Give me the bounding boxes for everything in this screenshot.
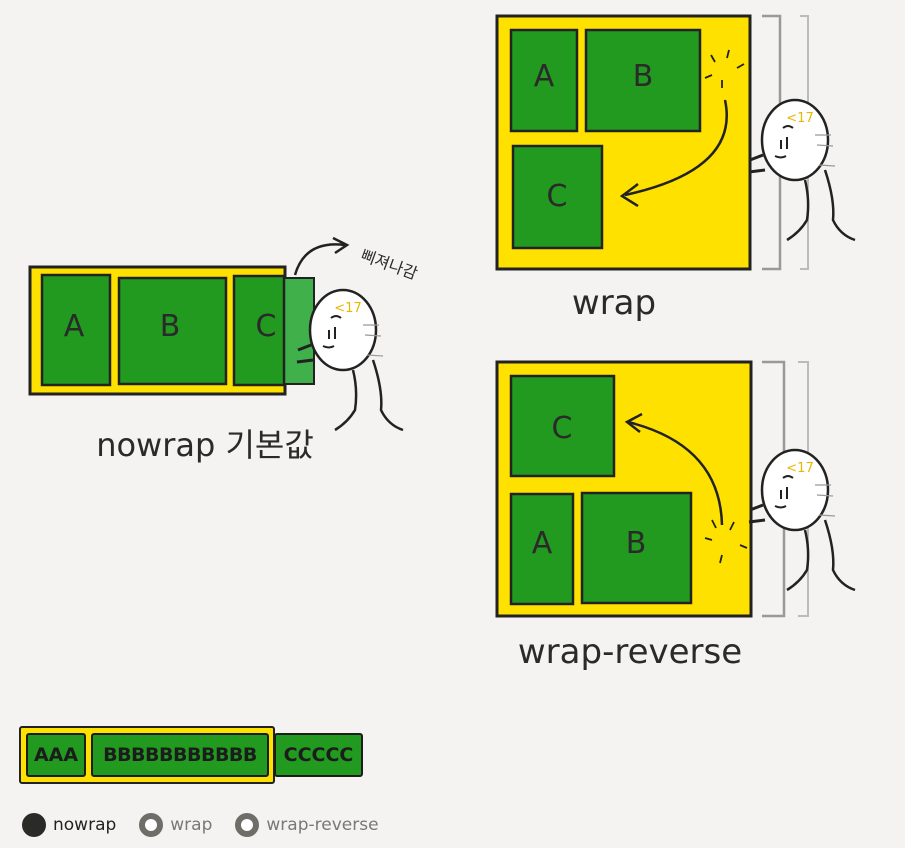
wrap-reverse-item-c: C (509, 374, 616, 478)
wrap-reverse-caption: wrap-reverse (518, 632, 742, 672)
character-badge-nowrap: <17 (334, 301, 361, 316)
overflow-note: 삐져나감 (358, 245, 420, 283)
demo-item-b: BBBBBBBBBBB (91, 733, 269, 777)
option-nowrap[interactable]: nowrap (22, 813, 116, 837)
wrap-item-c: C (511, 144, 604, 250)
wrap-reverse-item-a-label: A (532, 526, 553, 561)
nowrap-item-b-label: B (160, 309, 181, 344)
wrap-item-c-label: C (547, 179, 568, 214)
wrap-item-b: B (584, 28, 702, 133)
flex-wrap-illustration: A B C wrap <17 C A B wrap-reverse <17 A … (28, 14, 857, 672)
radio-wrap-reverse[interactable] (235, 813, 260, 837)
wrap-reverse-item-b-label: B (626, 526, 647, 561)
nowrap-caption: nowrap 기본값 (96, 426, 314, 464)
wrap-item-b-label: B (633, 59, 654, 94)
wrap-reverse-item-b: B (580, 491, 693, 605)
option-wrap-label: wrap (170, 815, 213, 835)
nowrap-panel: A B C 삐져나감 nowrap 기본값 <17 (28, 236, 420, 464)
option-wrap-reverse-label: wrap-reverse (266, 815, 379, 835)
option-wrap-reverse[interactable]: wrap-reverse (235, 813, 379, 837)
flex-wrap-options: nowrap wrap wrap-reverse (22, 813, 379, 837)
radio-nowrap[interactable] (22, 813, 46, 837)
wrap-reverse-panel: C A B wrap-reverse <17 (495, 360, 857, 672)
wrap-reverse-item-c-label: C (552, 411, 573, 446)
character-badge-wrap-reverse: <17 (786, 461, 813, 476)
wrap-item-a: A (509, 28, 579, 133)
option-nowrap-label: nowrap (53, 815, 117, 835)
radio-wrap[interactable] (139, 813, 164, 837)
nowrap-item-c-label: C (256, 309, 277, 344)
overflow-arrow (293, 243, 346, 276)
nowrap-item-a-label: A (64, 309, 85, 344)
wrap-panel: A B C wrap <17 (495, 14, 857, 323)
wrap-item-a-label: A (534, 59, 555, 94)
stickman-nowrap: <17 (295, 288, 405, 432)
nowrap-item-c: C (232, 274, 315, 387)
flex-demo-container: AAA BBBBBBBBBBB CCCCC (19, 726, 363, 784)
nowrap-item-a: A (40, 273, 112, 387)
stickman-wrap: <17 (747, 98, 857, 242)
nowrap-item-b: B (117, 276, 228, 386)
option-wrap[interactable]: wrap (139, 813, 212, 837)
character-badge-wrap: <17 (786, 111, 813, 126)
demo-item-a: AAA (26, 733, 86, 777)
wrap-reverse-item-a: A (509, 492, 575, 606)
stickman-wrap-reverse: <17 (747, 448, 857, 592)
demo-item-c: CCCCC (274, 733, 363, 777)
wrap-caption: wrap (572, 283, 656, 323)
